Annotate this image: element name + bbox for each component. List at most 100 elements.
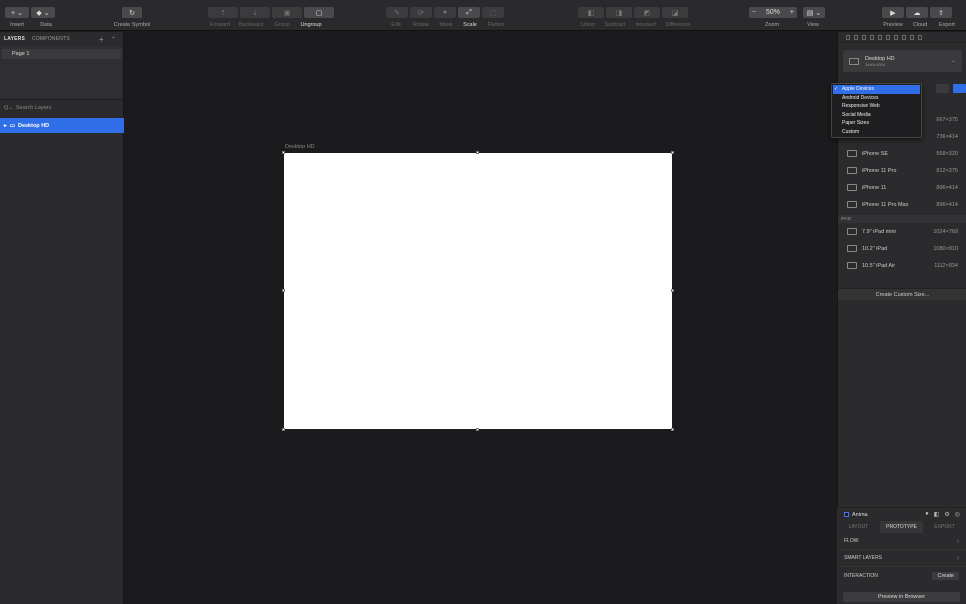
tab-prototype[interactable]: PROTOTYPE bbox=[880, 521, 923, 533]
dropdown-option-android-devices[interactable]: Android Devices bbox=[833, 94, 920, 103]
intersect-button[interactable]: ◩ bbox=[634, 7, 660, 18]
preset-dimensions: 812×375 bbox=[936, 167, 958, 174]
page-item[interactable]: Page 1 bbox=[2, 49, 121, 59]
mask-button[interactable]: ● bbox=[434, 7, 456, 18]
artboard[interactable] bbox=[282, 151, 674, 431]
dropdown-option-custom[interactable]: Custom bbox=[833, 128, 920, 137]
group-button[interactable]: ▣ bbox=[272, 7, 302, 18]
portrait-icon[interactable] bbox=[936, 84, 949, 93]
preset-row[interactable]: iPhone 11 Pro 812×375 bbox=[838, 162, 966, 179]
preview-button[interactable]: ▶ bbox=[882, 7, 904, 18]
tab-layout[interactable]: LAYOUT bbox=[837, 521, 880, 533]
settings-gear-icon[interactable]: ⚙ bbox=[944, 511, 949, 518]
add-page-icon[interactable]: + bbox=[99, 35, 104, 44]
scale-button[interactable]: ⤢ bbox=[458, 7, 480, 18]
resize-handle[interactable] bbox=[282, 151, 285, 154]
view-button[interactable]: ▤ ⌄ bbox=[803, 7, 825, 18]
anima-help-icon[interactable]: ◎ bbox=[955, 511, 960, 518]
dropdown-option-social-media[interactable]: Social Media bbox=[833, 111, 920, 120]
resize-handle[interactable] bbox=[476, 151, 479, 154]
preset-row[interactable]: 7.9" iPad mini 1024×768 bbox=[838, 223, 966, 240]
tab-export[interactable]: EXPORT bbox=[923, 521, 966, 533]
distribute-horizontal-icon[interactable] bbox=[894, 35, 898, 40]
data-button[interactable]: ◆ ⌄ bbox=[31, 7, 55, 18]
dropdown-option-apple-devices[interactable]: ✓ Apple Devices bbox=[833, 85, 920, 94]
export-button[interactable]: ⇪ bbox=[930, 7, 952, 18]
anima-tabs: LAYOUT PROTOTYPE EXPORT bbox=[837, 521, 966, 533]
zoom-in-icon[interactable]: + bbox=[790, 9, 794, 16]
resize-handle[interactable] bbox=[282, 428, 285, 431]
preset-name: iPhone 11 Pro Max bbox=[862, 201, 909, 208]
landscape-icon[interactable] bbox=[953, 84, 966, 93]
preset-row[interactable]: iPhone 11 Pro Max 896×414 bbox=[838, 196, 966, 213]
flatten-button[interactable]: ⬚ bbox=[482, 7, 504, 18]
resize-handle[interactable] bbox=[671, 428, 674, 431]
disclosure-triangle-icon[interactable]: ▸ bbox=[4, 123, 7, 129]
preset-dimensions: 896×414 bbox=[936, 201, 958, 208]
search-icon: Q⌄ bbox=[4, 105, 13, 111]
artboard-preset-selector[interactable]: Desktop HD 1440×1024 ⌄ bbox=[843, 50, 962, 72]
chevron-right-icon: › bbox=[956, 554, 959, 562]
preview-in-browser-button[interactable]: Preview in Browser bbox=[843, 592, 960, 602]
create-interaction-button[interactable]: Create bbox=[932, 571, 959, 580]
layers-panel: LAYERS COMPONENTS + ⌃ Page 1 Q⌄ Search L… bbox=[0, 32, 124, 604]
backward-button[interactable]: ⇣ bbox=[240, 7, 270, 18]
edit-label: Edit bbox=[391, 22, 401, 28]
artboard-icon: ▭ bbox=[9, 122, 15, 129]
preset-row[interactable]: iPhone 11 896×414 bbox=[838, 179, 966, 196]
flow-row[interactable]: FLOW › bbox=[837, 533, 966, 550]
flow-label: FLOW bbox=[844, 538, 859, 544]
preset-name: Desktop HD bbox=[865, 55, 895, 62]
device-icon bbox=[847, 245, 857, 252]
collapse-icon[interactable]: ⌃ bbox=[111, 36, 116, 43]
resize-handle[interactable] bbox=[671, 151, 674, 154]
preset-name: 10.2" iPad bbox=[862, 245, 888, 252]
artboard-label[interactable]: Desktop HD bbox=[285, 144, 315, 150]
forward-label: Forward bbox=[209, 22, 231, 28]
difference-button[interactable]: ◪ bbox=[662, 7, 688, 18]
dropdown-option-paper-sizes[interactable]: Paper Sizes bbox=[833, 119, 920, 128]
zoom-control[interactable]: − 50% + bbox=[749, 7, 797, 18]
align-center-icon[interactable] bbox=[854, 35, 858, 40]
layer-row-artboard[interactable]: ▸ ▭ Desktop HD bbox=[0, 118, 124, 133]
forward-button[interactable]: ⇡ bbox=[208, 7, 238, 18]
align-left-icon[interactable] bbox=[846, 35, 850, 40]
preset-row[interactable]: iPhone SE 568×320 bbox=[838, 145, 966, 162]
chevron-right-icon: › bbox=[956, 537, 959, 545]
align-bottom-icon[interactable] bbox=[886, 35, 890, 40]
union-button[interactable]: ◧ bbox=[578, 7, 604, 18]
align-top-icon[interactable] bbox=[870, 35, 874, 40]
device-icon bbox=[847, 167, 857, 174]
create-symbol-button[interactable]: ↻ bbox=[122, 7, 142, 18]
search-input[interactable]: Search Layers bbox=[16, 105, 51, 111]
backward-label: Backward bbox=[238, 22, 264, 28]
tidy-icon[interactable] bbox=[910, 35, 914, 40]
cloud-button[interactable]: ☁ bbox=[906, 7, 928, 18]
anima-layout-icon[interactable]: ◧ bbox=[934, 511, 940, 518]
smart-layers-row[interactable]: SMART LAYERS › bbox=[837, 550, 966, 567]
search-layers[interactable]: Q⌄ Search Layers bbox=[4, 105, 51, 111]
tab-components[interactable]: COMPONENTS bbox=[32, 36, 70, 42]
create-custom-size-button[interactable]: Create Custom Size... bbox=[838, 288, 966, 300]
tab-layers[interactable]: LAYERS bbox=[4, 36, 25, 42]
subtract-button[interactable]: ◨ bbox=[606, 7, 632, 18]
ungroup-button[interactable]: ▢ bbox=[304, 7, 334, 18]
edit-button[interactable]: ✎ bbox=[386, 7, 408, 18]
distribute-vertical-icon[interactable] bbox=[902, 35, 906, 40]
canvas[interactable]: Desktop HD bbox=[125, 32, 836, 604]
preset-row[interactable]: 10.2" iPad 1080×810 bbox=[838, 240, 966, 257]
dropdown-option-responsive-web[interactable]: Responsive Web bbox=[833, 102, 920, 111]
preset-row[interactable]: 10.5" iPad Air 1112×834 bbox=[838, 257, 966, 274]
zoom-out-icon[interactable]: − bbox=[752, 9, 756, 16]
resize-handle[interactable] bbox=[476, 428, 479, 431]
resize-handle[interactable] bbox=[282, 289, 285, 292]
anima-record-icon[interactable]: ● bbox=[925, 511, 929, 518]
insert-label: Insert bbox=[10, 22, 24, 28]
resize-handle[interactable] bbox=[671, 289, 674, 292]
insert-button[interactable]: + ⌄ bbox=[5, 7, 29, 18]
align-middle-icon[interactable] bbox=[878, 35, 882, 40]
cloud-label: Cloud bbox=[912, 22, 928, 28]
rotate-button[interactable]: ⟳ bbox=[410, 7, 432, 18]
resize-icon[interactable] bbox=[918, 35, 922, 40]
align-right-icon[interactable] bbox=[862, 35, 866, 40]
